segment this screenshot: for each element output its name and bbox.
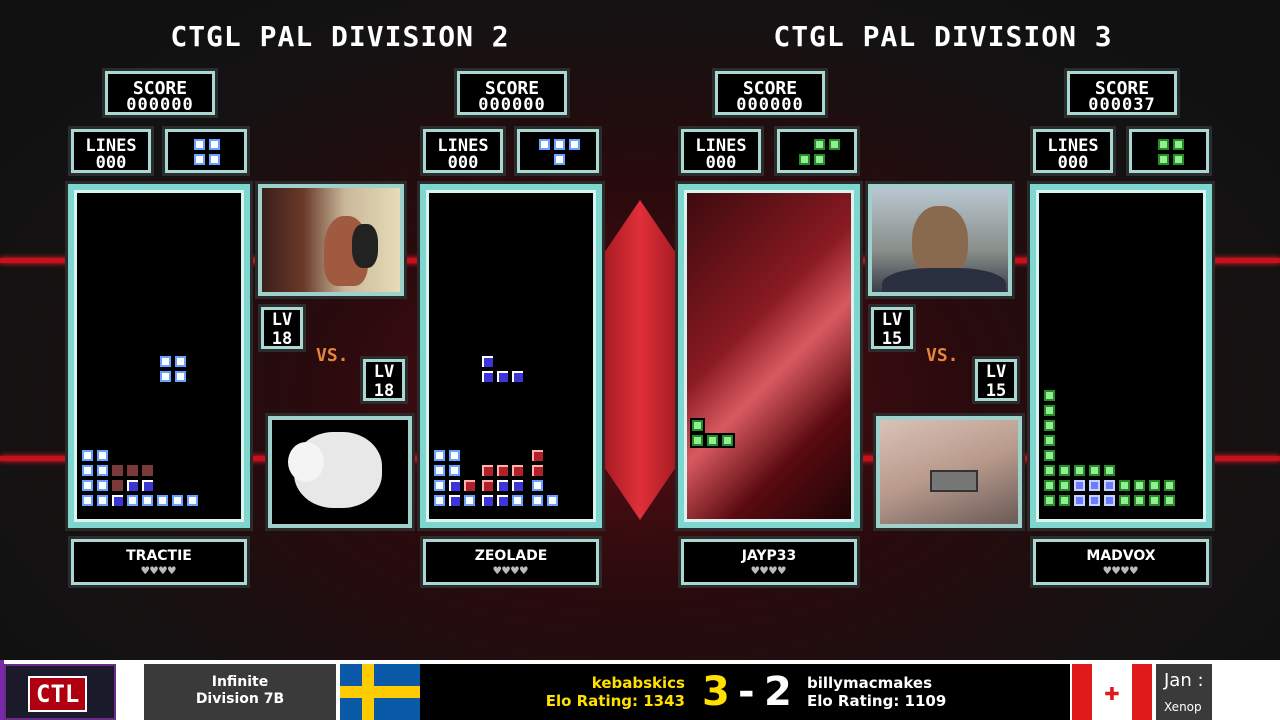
date-subtext: Xenop	[1164, 700, 1202, 714]
date-ticker: Jan : Xenop	[1156, 664, 1212, 720]
hearts-icon: ♥♥♥♥	[141, 564, 177, 579]
player2-elo: Elo Rating: 1109	[807, 692, 947, 710]
score-separator: -	[738, 669, 755, 715]
playfield-tractie	[68, 184, 250, 528]
level-box-zeolade: LV 18	[360, 356, 408, 404]
lines-value: 000	[95, 153, 127, 173]
player1-elo: Elo Rating: 1343	[545, 692, 685, 710]
match-score-panel: kebabskics Elo Rating: 1343 3 - 2 billym…	[420, 664, 1070, 720]
ctl-logo: CTL	[4, 664, 116, 720]
level-box-jayp33: LV 15	[868, 304, 916, 352]
level-value: 18	[271, 329, 293, 349]
level-value: 15	[881, 329, 903, 349]
vs-label-division-3: VS.	[926, 345, 959, 366]
level-label: LV	[271, 310, 293, 330]
vs-label-division-2: VS.	[316, 345, 349, 366]
maple-leaf-icon: ✚	[1104, 677, 1120, 707]
division-line-2: Division 7B	[195, 691, 285, 707]
match-division-box: Infinite Division 7B	[144, 664, 336, 720]
next-piece-box-zeolade	[514, 126, 602, 176]
lines-box-madvox: LINES 000	[1030, 126, 1116, 176]
division-3-title: CTGL PAL DIVISION 3	[773, 20, 1113, 53]
player1-score: 3	[702, 669, 730, 715]
canada-flag-icon: ✚	[1072, 664, 1152, 720]
division-2-title: CTGL PAL DIVISION 2	[170, 20, 510, 53]
score-value: 000000	[478, 95, 546, 115]
hearts-icon: ♥♥♥♥	[751, 564, 787, 579]
hearts-icon: ♥♥♥♥	[1103, 564, 1139, 579]
player-name: TRACTIE	[126, 548, 192, 564]
score-value: 000000	[736, 95, 804, 115]
webcam-zeolade-plush	[268, 416, 412, 528]
division-line-1: Infinite	[211, 674, 269, 690]
score-box-zeolade: SCORE 000000	[454, 68, 570, 118]
lines-box-tractie: LINES 000	[68, 126, 154, 176]
playfield-madvox	[1030, 184, 1212, 528]
player2-name: billymacmakes	[807, 674, 933, 692]
score-box-madvox: SCORE 000037	[1064, 68, 1180, 118]
webcam-jayp33	[868, 184, 1012, 296]
playfield-jayp33	[678, 184, 860, 528]
next-piece-box-jayp33	[774, 126, 860, 176]
player-name-box-tractie: TRACTIE ♥♥♥♥	[68, 536, 250, 588]
player-name: JAYP33	[741, 548, 797, 564]
level-value: 18	[373, 381, 395, 401]
player-name-box-madvox: MADVOX ♥♥♥♥	[1030, 536, 1212, 588]
lines-box-zeolade: LINES 000	[420, 126, 506, 176]
score-value: 000037	[1088, 95, 1156, 115]
hearts-icon: ♥♥♥♥	[493, 564, 529, 579]
player2-score: 2	[764, 669, 792, 715]
sweden-flag-icon	[340, 664, 420, 720]
lines-value: 000	[447, 153, 479, 173]
player-name: MADVOX	[1086, 548, 1156, 564]
score-box-tractie: SCORE 000000	[102, 68, 218, 118]
player-name: ZEOLADE	[474, 548, 548, 564]
lines-value: 000	[705, 153, 737, 173]
level-box-madvox: LV 15	[972, 356, 1020, 404]
ctl-logo-text: CTL	[28, 676, 88, 712]
player1-name: kebabskics	[591, 674, 685, 692]
webcam-madvox-hands	[876, 416, 1022, 528]
level-box-tractie: LV 18	[258, 304, 306, 352]
plush-head	[288, 442, 324, 482]
player-name-box-jayp33: JAYP33 ♥♥♥♥	[678, 536, 860, 588]
headphones-shape	[352, 224, 378, 268]
player1-info: kebabskics Elo Rating: 1343	[546, 674, 685, 710]
player-name-box-zeolade: ZEOLADE ♥♥♥♥	[420, 536, 602, 588]
player2-info: billymacmakes Elo Rating: 1109	[807, 674, 946, 710]
level-label: LV	[881, 310, 903, 330]
level-label: LV	[985, 362, 1007, 382]
controller-shape	[930, 470, 978, 492]
level-label: LV	[373, 362, 395, 382]
next-piece-box-madvox	[1126, 126, 1212, 176]
level-value: 15	[985, 381, 1007, 401]
score-box-jayp33: SCORE 000000	[712, 68, 828, 118]
webcam-tractie	[258, 184, 404, 296]
score-value: 000000	[126, 95, 194, 115]
shirt-shape	[882, 268, 1006, 292]
lines-box-jayp33: LINES 000	[678, 126, 764, 176]
playfield-zeolade	[420, 184, 602, 528]
date-text: Jan :	[1164, 670, 1204, 691]
lines-value: 000	[1057, 153, 1089, 173]
next-piece-box-tractie	[162, 126, 250, 176]
